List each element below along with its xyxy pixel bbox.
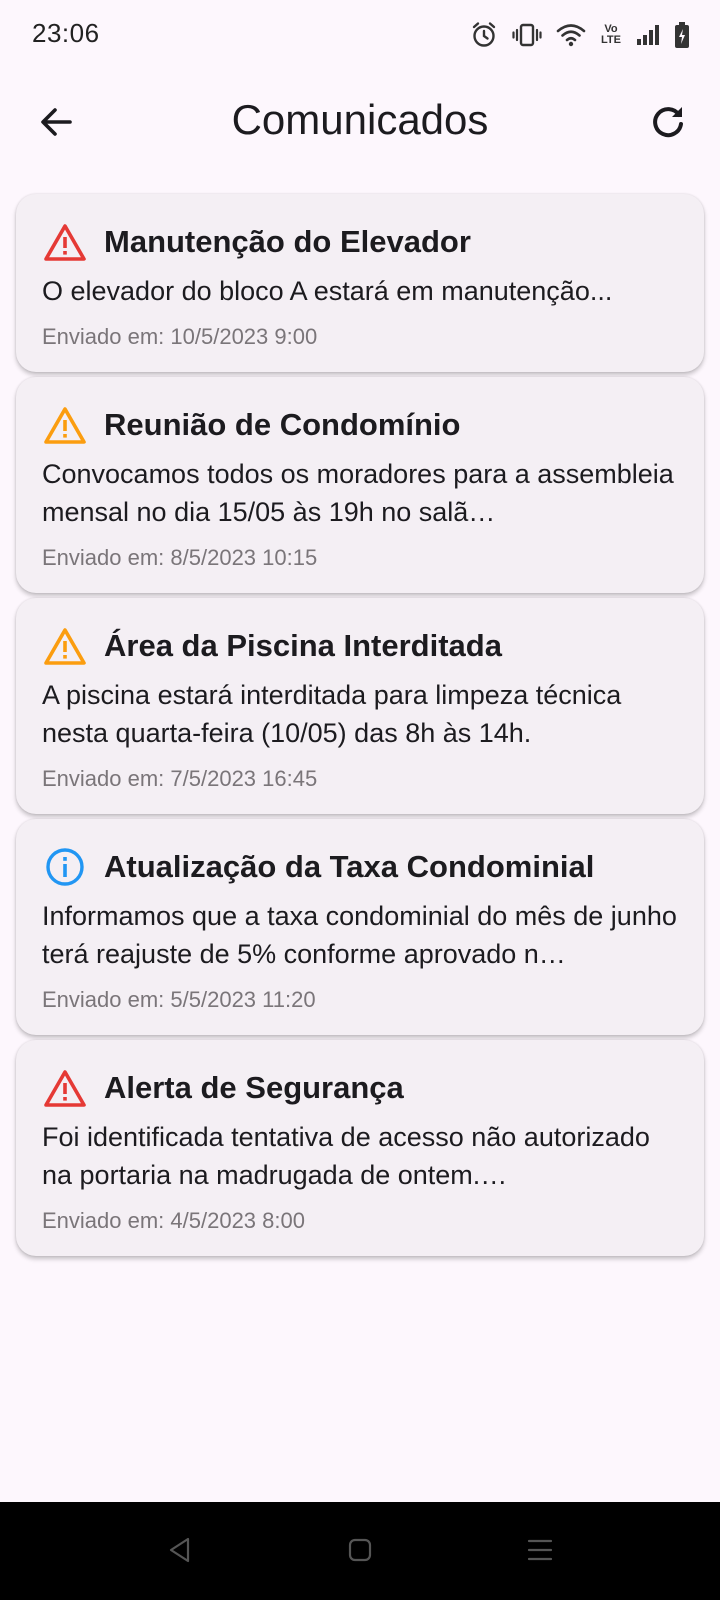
refresh-button[interactable] [642, 98, 694, 150]
warning-triangle-icon [42, 402, 88, 448]
notice-header: Atualização da Taxa Condominial [42, 843, 678, 891]
home-nav-button[interactable] [340, 1532, 380, 1572]
notice-header: Manutenção do Elevador [42, 218, 678, 266]
notice-date: Enviado em: 8/5/2023 10:15 [42, 545, 318, 570]
status-bar: 23:06 Vo LTE [0, 0, 720, 72]
back-nav-icon [166, 1536, 194, 1569]
status-icons: Vo LTE [470, 18, 690, 52]
notice-title: Atualização da Taxa Condominial [104, 849, 595, 884]
warning-triangle-icon [42, 623, 88, 669]
notice-card[interactable]: Atualização da Taxa Condominial Informam… [16, 819, 704, 1035]
notice-body: Informamos que a taxa condominial do mês… [42, 901, 677, 969]
back-nav-button[interactable] [160, 1532, 200, 1572]
notice-card[interactable]: Alerta de Segurança Foi identificada ten… [16, 1040, 704, 1256]
notice-header: Área da Piscina Interditada [42, 622, 678, 670]
recents-nav-icon [526, 1536, 554, 1569]
notice-date: Enviado em: 4/5/2023 8:00 [42, 1208, 305, 1233]
notice-date: Enviado em: 5/5/2023 11:20 [42, 987, 316, 1012]
notice-card[interactable]: Área da Piscina Interditada A piscina es… [16, 598, 704, 814]
notice-body: Convocamos todos os moradores para a ass… [42, 459, 674, 527]
notice-header: Alerta de Segurança [42, 1064, 678, 1112]
notice-body: Foi identificada tentativa de acesso não… [42, 1122, 650, 1190]
refresh-icon [648, 102, 688, 147]
warning-triangle-icon [42, 1065, 88, 1111]
page-title: Comunicados [231, 96, 489, 143]
notice-date: Enviado em: 7/5/2023 16:45 [42, 766, 318, 791]
notice-date: Enviado em: 10/5/2023 9:00 [42, 324, 318, 349]
notice-body: O elevador do bloco A estará em manutenç… [42, 276, 613, 306]
volte-icon: Vo LTE [601, 23, 621, 46]
alarm-icon [470, 21, 498, 49]
home-nav-icon [346, 1536, 374, 1569]
notice-title: Reunião de Condomínio [104, 407, 461, 442]
system-nav-bar [0, 1502, 720, 1600]
notice-title: Manutenção do Elevador [104, 224, 471, 259]
notice-title: Alerta de Segurança [104, 1070, 404, 1105]
vibrate-icon [512, 21, 542, 49]
notice-header: Reunião de Condomínio [42, 401, 678, 449]
notice-card[interactable]: Reunião de Condomínio Convocamos todos o… [16, 377, 704, 593]
recents-nav-button[interactable] [520, 1532, 560, 1572]
warning-triangle-icon [42, 219, 88, 265]
app-bar: Comunicados [0, 82, 720, 162]
signal-icon [636, 23, 660, 47]
notice-list: Manutenção do Elevador O elevador do blo… [16, 194, 704, 1261]
notice-card[interactable]: Manutenção do Elevador O elevador do blo… [16, 194, 704, 372]
status-time: 23:06 [32, 18, 100, 48]
battery-icon [674, 21, 690, 49]
wifi-icon [556, 22, 586, 48]
notice-title: Área da Piscina Interditada [104, 628, 502, 663]
info-circle-icon [42, 844, 88, 890]
notice-body: A piscina estará interditada para limpez… [42, 680, 622, 748]
